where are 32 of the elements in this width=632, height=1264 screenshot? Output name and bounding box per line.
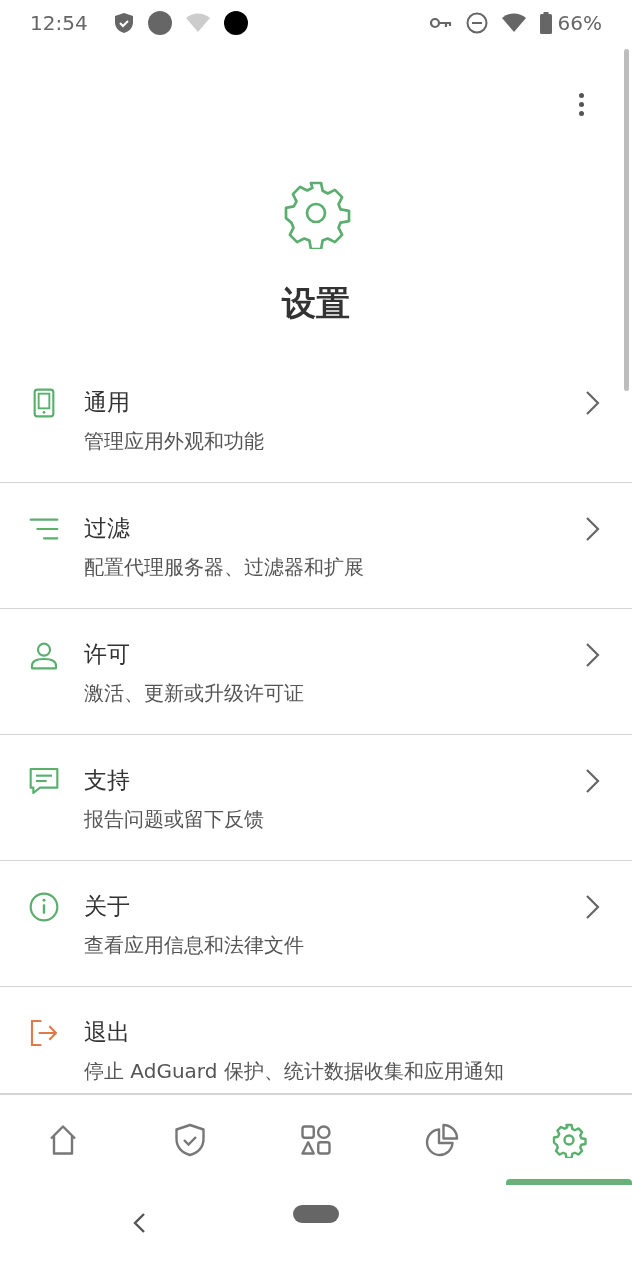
item-title: 通用 [84, 388, 131, 417]
item-subtitle: 查看应用信息和法律文件 [84, 932, 305, 959]
do-not-disturb-icon [465, 11, 488, 34]
key-icon [429, 16, 452, 29]
pie-chart-icon [424, 1122, 461, 1158]
item-subtitle: 报告问题或留下反馈 [84, 806, 265, 833]
battery-percent: 66% [557, 10, 602, 35]
item-subtitle: 停止 AdGuard 保护、统计数据收集和应用通知 [84, 1058, 505, 1085]
home-pill[interactable] [293, 1204, 339, 1223]
circle-icon [147, 10, 172, 35]
settings-item[interactable]: 退出 停止 AdGuard 保护、统计数据收集和应用通知 [0, 987, 632, 1093]
settings-item[interactable]: 关于 查看应用信息和法律文件 [0, 861, 632, 987]
wifi-icon [501, 12, 526, 33]
circle-icon [223, 10, 248, 35]
item-title: 支持 [84, 766, 131, 795]
item-title: 关于 [84, 892, 131, 921]
settings-icon [550, 1122, 587, 1158]
settings-item[interactable]: 过滤 配置代理服务器、过滤器和扩展 [0, 483, 632, 609]
item-subtitle: 管理应用外观和功能 [84, 428, 265, 455]
item-title: 过滤 [84, 514, 131, 543]
settings-item[interactable]: 支持 报告问题或留下反馈 [0, 735, 632, 861]
shapes-icon [298, 1122, 334, 1158]
status-time: 12:54 [30, 10, 88, 35]
settings-item[interactable]: 许可 激活、更新或升级许可证 [0, 609, 632, 735]
item-title: 退出 [84, 1018, 131, 1047]
item-subtitle: 配置代理服务器、过滤器和扩展 [84, 554, 365, 581]
settings-item[interactable]: 通用 管理应用外观和功能 [0, 357, 632, 483]
battery-icon [539, 11, 552, 34]
shield-check-icon [113, 11, 134, 34]
page-title: 设置 [282, 282, 350, 325]
item-subtitle: 激活、更新或升级许可证 [84, 680, 305, 707]
item-title: 许可 [84, 640, 131, 669]
